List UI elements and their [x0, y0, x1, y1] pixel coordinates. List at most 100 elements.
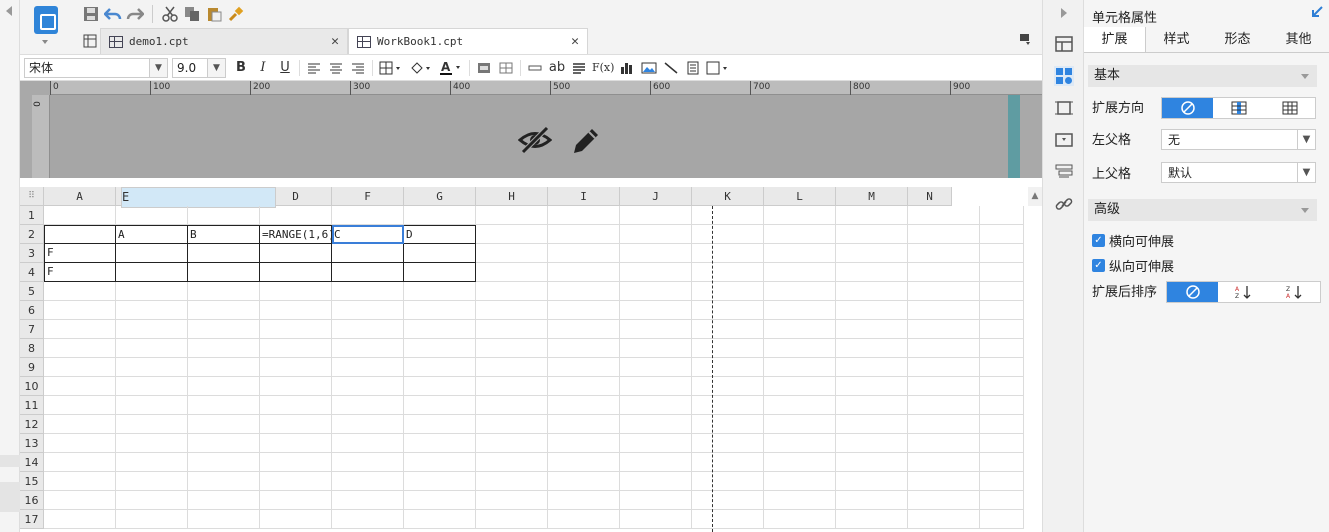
- undo-icon[interactable]: [102, 4, 124, 24]
- cell-n2[interactable]: [980, 225, 1024, 244]
- no-sort-option[interactable]: [1167, 282, 1218, 302]
- cell-g3[interactable]: [476, 244, 548, 263]
- cell-m17[interactable]: [908, 510, 980, 529]
- sort-ascending-icon[interactable]: AZ: [1218, 282, 1269, 302]
- bold-button[interactable]: B: [230, 58, 252, 78]
- italic-button[interactable]: I: [252, 58, 274, 78]
- cell-n14[interactable]: [980, 453, 1024, 472]
- cell-e11[interactable]: [332, 396, 404, 415]
- cell-d17[interactable]: [260, 510, 332, 529]
- scroll-up-icon[interactable]: ▲: [1028, 187, 1042, 206]
- condition-list-icon[interactable]: [1054, 162, 1074, 182]
- cell-g10[interactable]: [476, 377, 548, 396]
- cell-c16[interactable]: [188, 491, 260, 510]
- row-header[interactable]: 3: [20, 244, 44, 263]
- cell-j6[interactable]: [692, 301, 764, 320]
- cell-d14[interactable]: [260, 453, 332, 472]
- cell-b14[interactable]: [116, 453, 188, 472]
- font-size-select[interactable]: 9.0 ▼: [172, 57, 226, 78]
- split-cells-icon[interactable]: [495, 58, 517, 78]
- tab-workbook1[interactable]: WorkBook1.cpt ✕: [348, 28, 588, 54]
- select-all-corner[interactable]: ⠿: [20, 187, 44, 206]
- cell-h12[interactable]: [548, 415, 620, 434]
- cell-g13[interactable]: [476, 434, 548, 453]
- cell-l7[interactable]: [836, 320, 908, 339]
- cell-i9[interactable]: [620, 358, 692, 377]
- cell-i14[interactable]: [620, 453, 692, 472]
- cell-d5[interactable]: [260, 282, 332, 301]
- tab-shape[interactable]: 形态: [1207, 27, 1268, 52]
- cell-k17[interactable]: [764, 510, 836, 529]
- cell-l9[interactable]: [836, 358, 908, 377]
- cell-a12[interactable]: [44, 415, 116, 434]
- cell-k10[interactable]: [764, 377, 836, 396]
- cell-d16[interactable]: [260, 491, 332, 510]
- cell-b3[interactable]: [116, 244, 188, 263]
- row-header[interactable]: 10: [20, 377, 44, 396]
- row-header[interactable]: 9: [20, 358, 44, 377]
- cell-f16[interactable]: [404, 491, 476, 510]
- cell-g7[interactable]: [476, 320, 548, 339]
- cell-c10[interactable]: [188, 377, 260, 396]
- cell-c15[interactable]: [188, 472, 260, 491]
- cell-k16[interactable]: [764, 491, 836, 510]
- expand-right-icon[interactable]: [1061, 8, 1067, 18]
- cell-g11[interactable]: [476, 396, 548, 415]
- cell-b4[interactable]: [116, 263, 188, 282]
- row-header[interactable]: 15: [20, 472, 44, 491]
- header-panel[interactable]: [50, 95, 1008, 178]
- cell-g17[interactable]: [476, 510, 548, 529]
- cell-j2[interactable]: [692, 225, 764, 244]
- cell-f5[interactable]: [404, 282, 476, 301]
- cell-m12[interactable]: [908, 415, 980, 434]
- cell-g2[interactable]: [476, 225, 548, 244]
- cell-h7[interactable]: [548, 320, 620, 339]
- cell-d1[interactable]: [260, 206, 332, 225]
- cell-h6[interactable]: [548, 301, 620, 320]
- cell-e17[interactable]: [332, 510, 404, 529]
- widget-dropdown-icon[interactable]: [1054, 130, 1074, 150]
- cell-k8[interactable]: [764, 339, 836, 358]
- column-header[interactable]: N: [908, 187, 952, 206]
- subreport-icon[interactable]: [682, 58, 704, 78]
- cell-e14[interactable]: [332, 453, 404, 472]
- column-header[interactable]: G: [404, 187, 476, 206]
- cell-h5[interactable]: [548, 282, 620, 301]
- cell-j14[interactable]: [692, 453, 764, 472]
- row-header[interactable]: 7: [20, 320, 44, 339]
- column-header[interactable]: J: [620, 187, 692, 206]
- cell-g14[interactable]: [476, 453, 548, 472]
- cell-d10[interactable]: [260, 377, 332, 396]
- cell-k5[interactable]: [764, 282, 836, 301]
- cell-k14[interactable]: [764, 453, 836, 472]
- expand-panel-icon[interactable]: [1311, 6, 1323, 22]
- cell-m4[interactable]: [908, 263, 980, 282]
- cell-d8[interactable]: [260, 339, 332, 358]
- cell-g15[interactable]: [476, 472, 548, 491]
- cell-h15[interactable]: [548, 472, 620, 491]
- cell-m6[interactable]: [908, 301, 980, 320]
- cell-l13[interactable]: [836, 434, 908, 453]
- cell-c2[interactable]: B: [188, 225, 260, 244]
- cell-d4[interactable]: [260, 263, 332, 282]
- cell-m5[interactable]: [908, 282, 980, 301]
- cell-j17[interactable]: [692, 510, 764, 529]
- cell-c5[interactable]: [188, 282, 260, 301]
- cell-f8[interactable]: [404, 339, 476, 358]
- cell-d3[interactable]: [260, 244, 332, 263]
- cell-k3[interactable]: [764, 244, 836, 263]
- cell-l11[interactable]: [836, 396, 908, 415]
- cell-n13[interactable]: [980, 434, 1024, 453]
- cell-c13[interactable]: [188, 434, 260, 453]
- cell-g8[interactable]: [476, 339, 548, 358]
- cell-a16[interactable]: [44, 491, 116, 510]
- row-header[interactable]: 13: [20, 434, 44, 453]
- column-header[interactable]: E: [121, 187, 276, 208]
- cell-b6[interactable]: [116, 301, 188, 320]
- cell-a7[interactable]: [44, 320, 116, 339]
- cell-c8[interactable]: [188, 339, 260, 358]
- cell-k1[interactable]: [764, 206, 836, 225]
- cell-i13[interactable]: [620, 434, 692, 453]
- cell-i10[interactable]: [620, 377, 692, 396]
- cell-h16[interactable]: [548, 491, 620, 510]
